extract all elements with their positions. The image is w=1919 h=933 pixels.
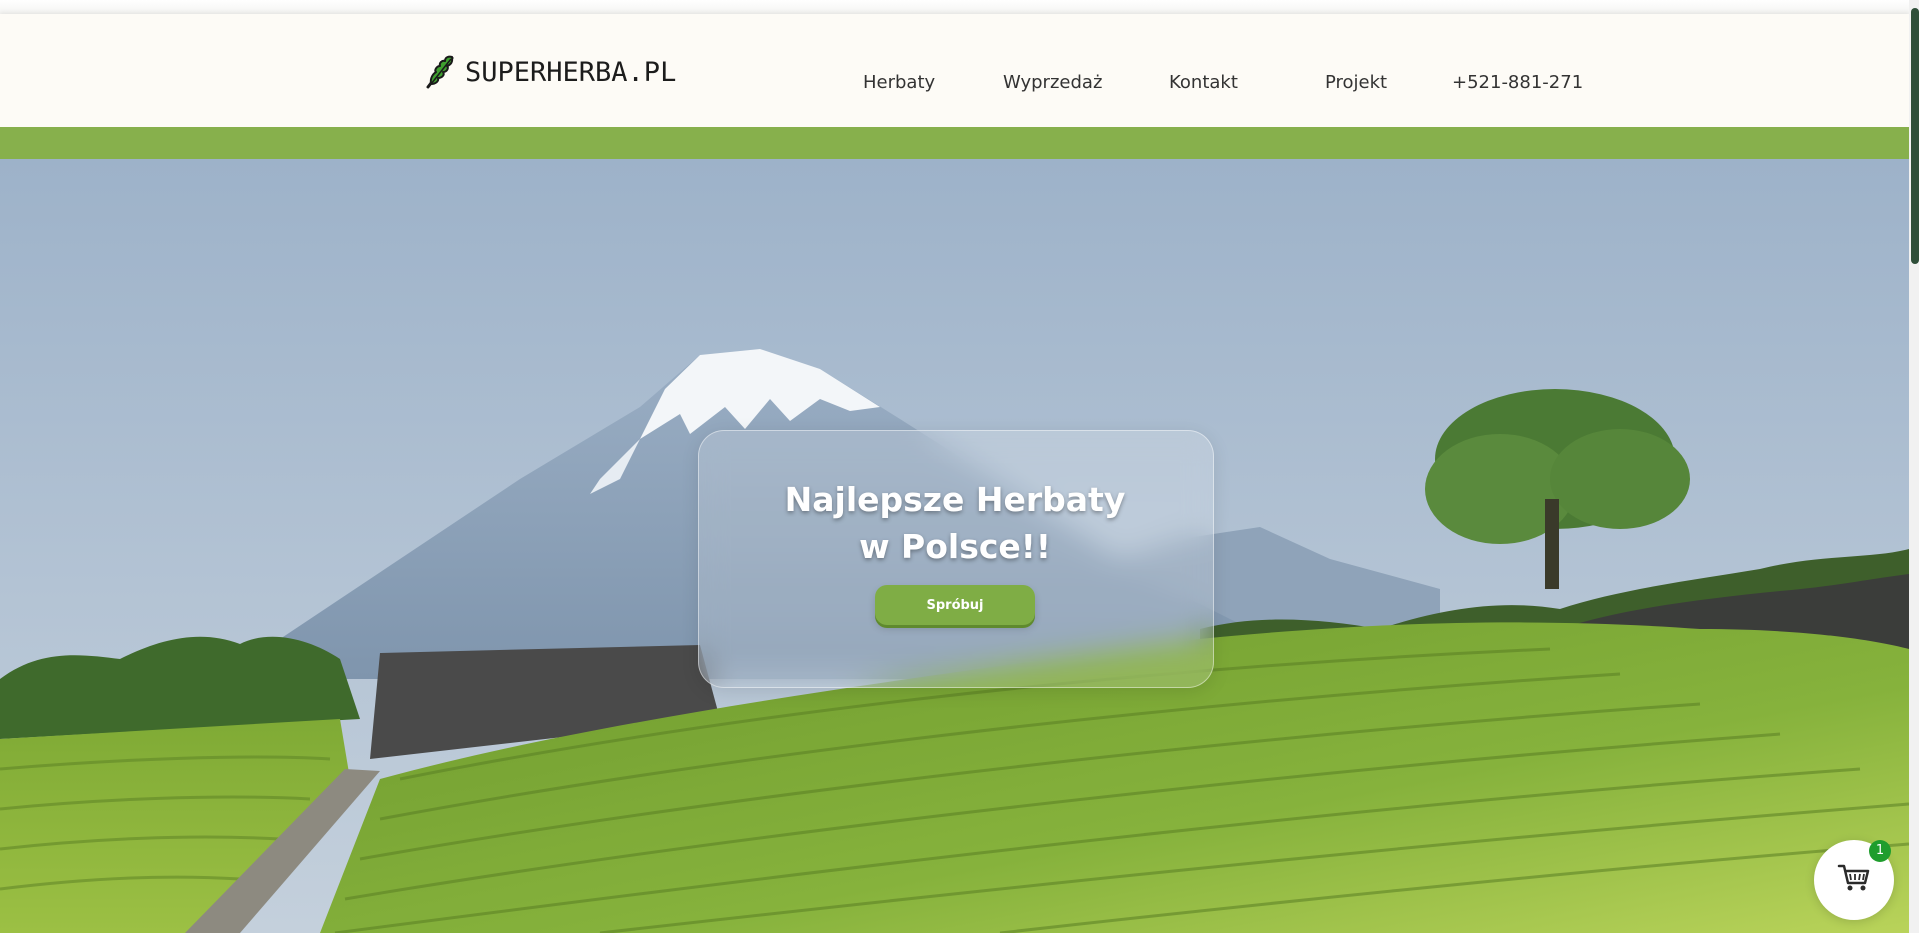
try-button[interactable]: Spróbuj [875, 585, 1035, 625]
logo-link[interactable]: SUPERHERBA.PL [423, 54, 676, 90]
top-strip [0, 0, 1909, 14]
nav-link-kontakt[interactable]: Kontakt [1169, 72, 1238, 93]
accent-bar [0, 127, 1909, 159]
nav-link-herbaty[interactable]: Herbaty [863, 72, 935, 93]
nav-link-wyprzedaz[interactable]: Wyprzedaż [1003, 72, 1102, 93]
cart-icon [1837, 863, 1871, 897]
scrollbar-thumb[interactable] [1911, 8, 1919, 264]
hero-title-line-1: Najlepsze Herbaty [784, 480, 1126, 519]
page: SUPERHERBA.PL Herbaty Wyprzedaż Kontakt … [0, 0, 1919, 933]
cart-count-badge: 1 [1869, 840, 1891, 862]
hero-title: Najlepsze Herbaty w Polsce!! [698, 476, 1212, 570]
site-header: SUPERHERBA.PL Herbaty Wyprzedaż Kontakt … [0, 14, 1909, 127]
leaf-icon [423, 54, 457, 90]
hero-title-line-2: w Polsce!! [859, 527, 1051, 566]
nav-link-projekt[interactable]: Projekt [1325, 72, 1387, 93]
nav-link-phone[interactable]: +521-881-271 [1452, 72, 1583, 93]
logo-text: SUPERHERBA.PL [465, 56, 677, 88]
